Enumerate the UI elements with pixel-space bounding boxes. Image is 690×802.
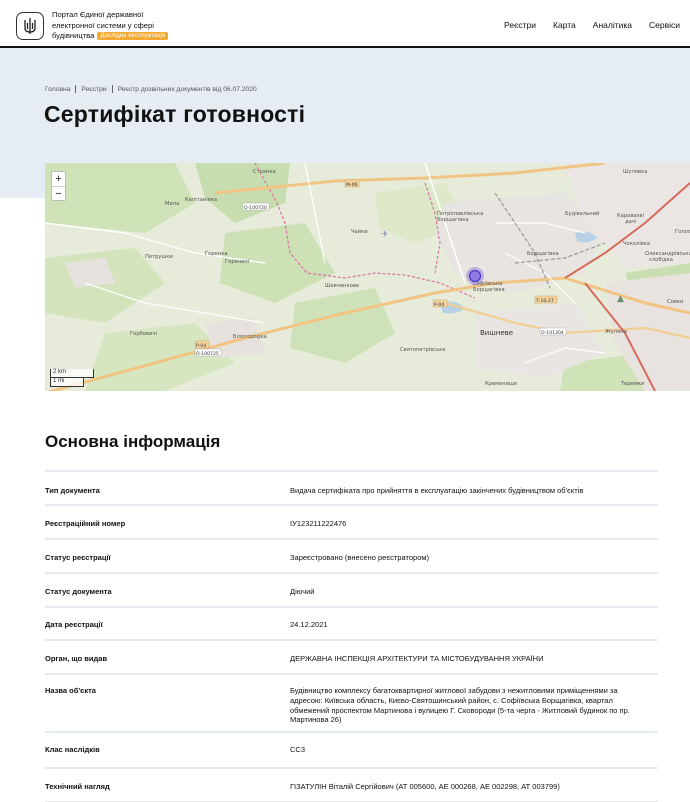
beta-badge: Дослідна експлуатація [97, 32, 169, 40]
page-title: Сертифікат готовності [44, 101, 306, 127]
portal-name-line-3: будівництва [52, 31, 95, 40]
info-value: Діючий [290, 587, 315, 596]
svg-text:Чайки: Чайки [351, 228, 368, 235]
svg-text:Гореничі: Гореничі [225, 259, 249, 265]
svg-text:О-101304: О-101304 [541, 330, 564, 336]
info-value: ГІЗАТУЛІН Віталій Сергійович (АТ 005600,… [290, 782, 560, 791]
svg-text:Жуляни: Жуляни [605, 329, 627, 335]
svg-text:Горбовичі: Горбовичі [130, 331, 157, 337]
map-zoom-control: + − [51, 171, 66, 201]
portal-name[interactable]: Портал Єдиної державної електронної сист… [52, 10, 192, 42]
svg-text:Совки: Совки [667, 299, 683, 305]
info-row-reg-status: Статус реєстрації Зареєстровано (внесено… [45, 540, 658, 574]
location-map[interactable]: ✈ ▲ М-06 О-100720 Р-04 Т-10-27 О-101304 … [45, 163, 690, 391]
svg-text:Білогородка: Білогородка [233, 334, 267, 340]
svg-text:Теремки: Теремки [620, 381, 644, 387]
portal-name-line-2: електронної системи у сфері [52, 20, 154, 30]
svg-text:Горенка: Горенка [205, 251, 228, 257]
info-label: Назва об'єкта [45, 686, 96, 695]
svg-text:Т-10-27: Т-10-27 [535, 298, 554, 304]
nav-services[interactable]: Сервіси [649, 20, 680, 30]
info-value: 24.12.2021 [290, 620, 328, 629]
svg-text:Капітанівка: Капітанівка [185, 197, 217, 203]
trident-logo-icon[interactable] [16, 12, 44, 40]
info-value: ІУ123211222476 [290, 519, 347, 528]
info-row-consequence-class: Клас наслідків СС3 [45, 733, 658, 769]
info-label: Технічний нагляд [45, 782, 110, 791]
svg-text:Р-04: Р-04 [434, 302, 444, 308]
info-label: Орган, що видав [45, 654, 108, 663]
svg-text:дачі: дачі [625, 219, 636, 225]
svg-text:Шевченкове: Шевченкове [325, 283, 359, 289]
breadcrumb-current[interactable]: Реєстр дозвільних документів від 06.07.2… [118, 86, 257, 93]
info-row-tech-supervision: Технічний нагляд ГІЗАТУЛІН Віталій Сергі… [45, 769, 658, 802]
info-label: Дата реєстрації [45, 620, 103, 629]
svg-text:▲: ▲ [617, 294, 624, 304]
svg-text:Шулявка: Шулявка [623, 169, 647, 175]
portal-name-line-1: Портал Єдиної державної [52, 10, 144, 19]
info-label: Статус документа [45, 587, 112, 596]
svg-text:Борщагівка: Борщагівка [437, 217, 469, 223]
info-value: Видача сертифіката про прийняття в експл… [290, 486, 584, 495]
info-label: Клас наслідків [45, 745, 100, 754]
svg-text:слобідка: слобідка [649, 257, 673, 263]
main-nav: Реєстри Карта Аналітика Сервіси [504, 20, 680, 30]
zoom-out-button[interactable]: − [52, 186, 65, 200]
info-row-doc-status: Статус документа Діючий [45, 574, 658, 608]
nav-map[interactable]: Карта [553, 20, 576, 30]
info-value: Будівництво комплексу багатоквартирної ж… [290, 686, 630, 725]
site-header: Портал Єдиної державної електронної сист… [0, 0, 690, 48]
svg-text:Р-04: Р-04 [196, 343, 206, 349]
breadcrumb-separator [75, 85, 77, 93]
breadcrumb: Головна Реєстри Реєстр дозвільних докуме… [45, 85, 257, 93]
info-row-reg-date: Дата реєстрації 24.12.2021 [45, 608, 658, 641]
svg-text:Мила: Мила [165, 201, 179, 207]
info-row-object-name: Назва об'єкта Будівництво комплексу бага… [45, 675, 658, 733]
svg-text:Петрушки: Петрушки [145, 254, 173, 260]
svg-text:Голосіїв: Голосіїв [675, 229, 690, 235]
svg-text:Борщагівка: Борщагівка [527, 251, 559, 257]
info-row-issuer: Орган, що видав ДЕРЖАВНА ІНСПЕКЦІЯ АРХІТ… [45, 641, 658, 675]
map-tiles: ✈ ▲ М-06 О-100720 Р-04 Т-10-27 О-101304 … [45, 163, 690, 391]
info-value: Зареєстровано (внесено реєстратором) [290, 553, 430, 562]
breadcrumb-home[interactable]: Головна [45, 86, 70, 93]
svg-text:Стоянка: Стоянка [253, 169, 276, 175]
trident-icon [24, 18, 36, 34]
scale-mi: 1 mi [50, 378, 84, 387]
breadcrumb-registries[interactable]: Реєстри [81, 86, 106, 93]
svg-text:М-06: М-06 [346, 182, 358, 188]
svg-text:Чоколівка: Чоколівка [623, 241, 650, 247]
info-label: Тип документа [45, 486, 100, 495]
info-row-doc-type: Тип документа Видача сертифіката про при… [45, 472, 658, 506]
svg-text:✈: ✈ [381, 230, 389, 240]
svg-text:О-100725: О-100725 [196, 351, 219, 357]
info-label: Реєстраційний номер [45, 519, 126, 528]
info-value: СС3 [290, 745, 306, 754]
info-row-reg-number: Реєстраційний номер ІУ123211222476 [45, 506, 658, 540]
svg-text:Будівельний: Будівельний [565, 210, 599, 217]
breadcrumb-separator [111, 85, 113, 93]
nav-analytics[interactable]: Аналітика [593, 20, 632, 30]
map-scale: 2 km 1 mi [50, 369, 94, 387]
info-table: Тип документа Видача сертифіката про при… [45, 470, 658, 802]
info-value: ДЕРЖАВНА ІНСПЕКЦІЯ АРХІТЕКТУРИ ТА МІСТОБ… [290, 654, 544, 663]
svg-text:Кременище: Кременище [485, 381, 517, 387]
section-title-main-info: Основна інформація [45, 432, 221, 451]
info-label: Статус реєстрації [45, 553, 111, 562]
svg-text:О-100720: О-100720 [244, 205, 267, 211]
svg-text:Вишневе: Вишневе [480, 329, 513, 337]
scale-km: 2 km [50, 369, 94, 378]
nav-registries[interactable]: Реєстри [504, 20, 536, 30]
svg-text:Борщагівка: Борщагівка [473, 287, 505, 293]
zoom-in-button[interactable]: + [52, 172, 65, 186]
svg-text:Святопетрівське: Святопетрівське [400, 347, 446, 353]
